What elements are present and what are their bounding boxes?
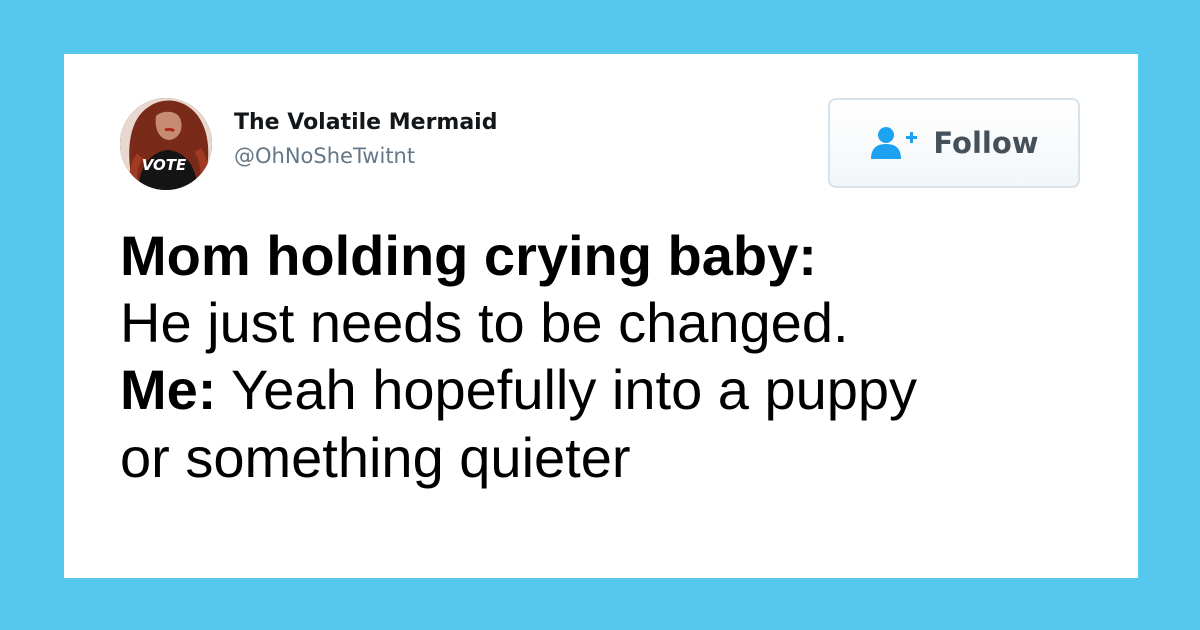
tweet-card: VOTE The Volatile Mermaid @OhNoSheTwitnt…: [64, 54, 1138, 578]
tweet-line-3-text: Yeah hopefully into a puppy: [216, 358, 918, 422]
tweet-line-3-speaker: Me:: [120, 358, 217, 422]
add-user-icon: [871, 127, 918, 159]
tweet-line-3: Me: Yeah hopefully into a puppy: [120, 356, 1120, 423]
tweet-line-1: Mom holding crying baby:: [120, 224, 817, 287]
follow-button-label: Follow: [933, 125, 1039, 160]
avatar-shirt-text: VOTE: [142, 156, 187, 174]
tweet-text: Mom holding crying baby: He just needs t…: [120, 222, 1120, 491]
tweet-line-2: He just needs to be changed.: [120, 291, 849, 355]
tweet-line-4: or something quieter: [120, 425, 631, 489]
user-handle[interactable]: @OhNoSheTwitnt: [234, 144, 415, 168]
avatar-photo: VOTE: [120, 98, 212, 190]
user-avatar[interactable]: VOTE: [120, 98, 212, 190]
follow-button[interactable]: Follow: [828, 98, 1080, 188]
user-display-name[interactable]: The Volatile Mermaid: [234, 110, 497, 135]
